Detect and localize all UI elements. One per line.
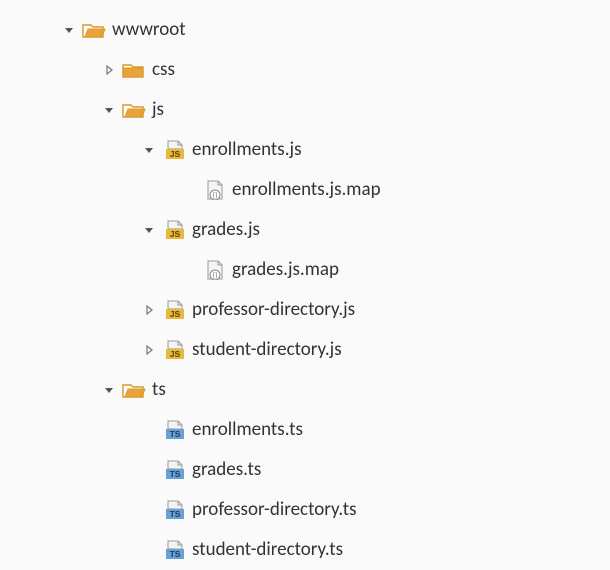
chevron-down-icon[interactable]: [60, 24, 78, 36]
js-file-icon: [162, 298, 186, 322]
chevron-right-icon[interactable]: [100, 64, 118, 76]
ts-file-icon: [162, 458, 186, 482]
tree-item-label: grades.js: [192, 210, 260, 250]
tree-item-professor-directory-ts[interactable]: professor-directory.ts: [0, 490, 610, 530]
tree-item-student-directory-js[interactable]: student-directory.js: [0, 330, 610, 370]
js-file-icon: [162, 138, 186, 162]
chevron-right-icon[interactable]: [140, 304, 158, 316]
folder-open-icon: [122, 98, 146, 122]
js-file-icon: [162, 218, 186, 242]
tree-item-ts[interactable]: ts: [0, 370, 610, 410]
tree-item-grades-js[interactable]: grades.js: [0, 210, 610, 250]
tree-item-label: js: [152, 90, 164, 130]
tree-item-label: professor-directory.js: [192, 290, 355, 330]
tree-item-label: enrollments.js.map: [232, 170, 381, 210]
chevron-down-icon[interactable]: [140, 144, 158, 156]
tree-item-label: enrollments.js: [192, 130, 302, 170]
ts-file-icon: [162, 498, 186, 522]
tree-item-label: grades.js.map: [232, 250, 339, 290]
map-file-icon: [202, 258, 226, 282]
tree-item-label: ts: [152, 370, 166, 410]
chevron-right-icon[interactable]: [140, 344, 158, 356]
ts-file-icon: [162, 418, 186, 442]
tree-item-grades-js-map[interactable]: grades.js.map: [0, 250, 610, 290]
tree-item-label: student-directory.ts: [192, 530, 343, 570]
tree-item-student-directory-ts[interactable]: student-directory.ts: [0, 530, 610, 570]
tree-item-enrollments-ts[interactable]: enrollments.ts: [0, 410, 610, 450]
tree-item-label: enrollments.ts: [192, 410, 303, 450]
folder-open-icon: [122, 378, 146, 402]
js-file-icon: [162, 338, 186, 362]
tree-item-professor-directory-js[interactable]: professor-directory.js: [0, 290, 610, 330]
ts-file-icon: [162, 538, 186, 562]
tree-item-label: professor-directory.ts: [192, 490, 357, 530]
tree-item-wwwroot[interactable]: wwwroot: [0, 10, 610, 50]
folder-open-icon: [82, 18, 106, 42]
chevron-down-icon[interactable]: [140, 224, 158, 236]
tree-item-grades-ts[interactable]: grades.ts: [0, 450, 610, 490]
tree-item-js[interactable]: js: [0, 90, 610, 130]
tree-item-label: grades.ts: [192, 450, 261, 490]
chevron-down-icon[interactable]: [100, 104, 118, 116]
tree-item-css[interactable]: css: [0, 50, 610, 90]
folder-closed-icon: [122, 58, 146, 82]
tree-item-enrollments-js[interactable]: enrollments.js: [0, 130, 610, 170]
file-tree: wwwroot css js enrollments.js enrollment…: [0, 0, 610, 570]
tree-item-label: css: [152, 50, 175, 90]
tree-item-enrollments-js-map[interactable]: enrollments.js.map: [0, 170, 610, 210]
tree-item-label: wwwroot: [112, 10, 186, 50]
chevron-down-icon[interactable]: [100, 384, 118, 396]
tree-item-label: student-directory.js: [192, 330, 342, 370]
map-file-icon: [202, 178, 226, 202]
